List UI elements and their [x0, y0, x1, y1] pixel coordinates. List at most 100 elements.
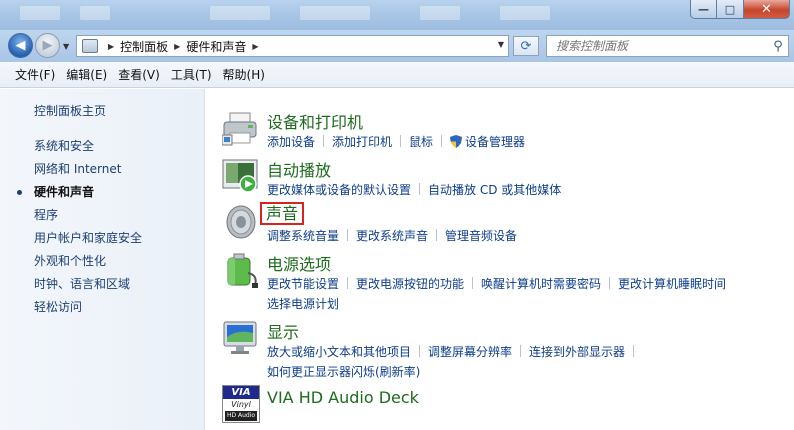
refresh-button[interactable]: ⟳	[513, 36, 539, 56]
minimize-button[interactable]: —	[690, 0, 717, 19]
left-nav-pane: 控制面板主页 系统和安全 网络和 Internet 硬件和声音 程序 用户帐户和…	[0, 89, 205, 430]
sidebar-item-programs[interactable]: 程序	[34, 204, 142, 227]
menu-help[interactable]: 帮助(H)	[218, 66, 271, 83]
devices-printers-title[interactable]: 设备和打印机	[267, 109, 363, 133]
adjust-volume-link[interactable]: 调整系统音量	[267, 229, 339, 243]
control-panel-home-link[interactable]: 控制面板主页	[34, 102, 106, 119]
device-manager-link[interactable]: 设备管理器	[465, 135, 525, 149]
control-panel-icon	[82, 39, 98, 53]
chevron-right-icon[interactable]: ▶	[252, 42, 258, 51]
title-bar[interactable]: — □ ✕	[0, 0, 794, 30]
divider	[436, 229, 438, 241]
refresh-icon: ⟳	[520, 38, 532, 54]
choose-power-plan-link[interactable]: 选择电源计划	[267, 297, 339, 311]
mouse-link[interactable]: 鼠标	[409, 135, 433, 149]
chevron-right-icon[interactable]: ▶	[108, 42, 114, 51]
breadcrumb-hardware-sound[interactable]: 硬件和声音	[186, 38, 246, 55]
fix-monitor-flicker-link[interactable]: 如何更正显示器闪烁(刷新率)	[267, 365, 420, 379]
change-power-saving-link[interactable]: 更改节能设置	[267, 277, 339, 291]
menu-view[interactable]: 查看(V)	[113, 66, 166, 83]
power-options-title[interactable]: 电源选项	[267, 251, 331, 275]
via-logo-text: VIA	[223, 386, 259, 399]
divider	[419, 183, 421, 195]
divider	[347, 229, 349, 241]
hd-audio-logo-text: HD Audio	[225, 411, 257, 421]
sound-links: 调整系统音量 更改系统声音 管理音频设备	[267, 227, 517, 244]
autoplay-title[interactable]: 自动播放	[267, 157, 331, 181]
divider	[633, 345, 635, 357]
sidebar-item-clock-region[interactable]: 时钟、语言和区域	[34, 273, 142, 296]
blurred-tab	[500, 6, 550, 20]
address-row: ◀ ▶ ▼ ▶ 控制面板 ▶ 硬件和声音 ▶ ▼ ⟳ ⚲	[0, 30, 794, 62]
adjust-resolution-link[interactable]: 调整屏幕分辨率	[428, 345, 512, 359]
change-media-defaults-link[interactable]: 更改媒体或设备的默认设置	[267, 183, 411, 197]
printer-icon[interactable]	[222, 109, 260, 147]
display-links: 放大或缩小文本和其他项目 调整屏幕分辨率 连接到外部显示器	[267, 343, 642, 360]
sidebar-item-system-security[interactable]: 系统和安全	[34, 135, 142, 158]
sidebar-item-hardware-sound[interactable]: 硬件和声音	[16, 181, 142, 204]
require-password-wake-link[interactable]: 唤醒计算机时需要密码	[481, 277, 601, 291]
add-printer-link[interactable]: 添加打印机	[332, 135, 392, 149]
sidebar-item-appearance[interactable]: 外观和个性化	[34, 250, 142, 273]
menu-edit[interactable]: 编辑(E)	[61, 66, 113, 83]
menu-file[interactable]: 文件(F)	[10, 66, 61, 83]
divider	[472, 277, 474, 289]
add-device-link[interactable]: 添加设备	[267, 135, 315, 149]
arrow-left-icon: ◀	[15, 38, 26, 53]
recent-pages-dropdown[interactable]: ▼	[63, 42, 69, 51]
uac-shield-icon	[450, 135, 463, 148]
menu-bar: 文件(F) 编辑(E) 查看(V) 工具(T) 帮助(H)	[0, 62, 794, 88]
chevron-right-icon[interactable]: ▶	[174, 42, 180, 51]
maximize-button[interactable]: □	[717, 0, 744, 19]
sidebar-item-ease-of-access[interactable]: 轻松访问	[34, 296, 142, 319]
main-content: 设备和打印机 添加设备 添加打印机 鼠标 设备管理器 自动播放 更改媒体或设备的默认设…	[206, 89, 794, 430]
divider	[419, 345, 421, 357]
via-vinyl-icon[interactable]: VIA Vinyl HD Audio	[222, 385, 260, 423]
sound-title[interactable]: 声音	[260, 200, 305, 225]
autoplay-icon[interactable]	[222, 157, 260, 195]
divider	[441, 135, 443, 147]
close-button[interactable]: ✕	[744, 0, 790, 19]
divider	[609, 277, 611, 289]
speaker-icon[interactable]	[222, 203, 260, 241]
search-box: ⚲	[546, 35, 789, 57]
blurred-tab	[210, 6, 270, 20]
blurred-tab	[80, 6, 110, 20]
sidebar-item-network[interactable]: 网络和 Internet	[34, 158, 142, 181]
autoplay-cd-link[interactable]: 自动播放 CD 或其他媒体	[428, 183, 561, 197]
change-power-buttons-link[interactable]: 更改电源按钮的功能	[356, 277, 464, 291]
sidebar-item-user-accounts[interactable]: 用户帐户和家庭安全	[34, 227, 142, 250]
arrow-right-icon: ▶	[42, 38, 53, 53]
breadcrumb-control-panel[interactable]: 控制面板	[120, 38, 168, 55]
resize-text-link[interactable]: 放大或缩小文本和其他项目	[267, 345, 411, 359]
blurred-tab	[300, 6, 370, 20]
power-options-links: 更改节能设置 更改电源按钮的功能 唤醒计算机时需要密码 更改计算机睡眠时间	[267, 275, 726, 292]
back-button[interactable]: ◀	[8, 33, 33, 58]
chevron-down-icon[interactable]: ▼	[498, 40, 504, 49]
via-hd-audio-title[interactable]: VIA HD Audio Deck	[267, 388, 419, 407]
autoplay-links: 更改媒体或设备的默认设置 自动播放 CD 或其他媒体	[267, 181, 561, 198]
divider	[520, 345, 522, 357]
monitor-icon[interactable]	[222, 319, 260, 357]
window-controls: — □ ✕	[690, 0, 790, 20]
address-bar[interactable]: ▶ 控制面板 ▶ 硬件和声音 ▶ ▼	[76, 35, 509, 57]
manage-audio-devices-link[interactable]: 管理音频设备	[445, 229, 517, 243]
change-system-sounds-link[interactable]: 更改系统声音	[356, 229, 428, 243]
forward-button[interactable]: ▶	[35, 33, 60, 58]
blurred-tab	[20, 6, 60, 20]
blurred-tab	[420, 6, 460, 20]
power-options-links-2: 选择电源计划	[267, 295, 339, 312]
change-sleep-time-link[interactable]: 更改计算机睡眠时间	[618, 277, 726, 291]
divider	[347, 277, 349, 289]
display-title[interactable]: 显示	[267, 319, 299, 343]
search-icon[interactable]: ⚲	[768, 39, 788, 54]
battery-icon[interactable]	[222, 251, 260, 289]
menu-tools[interactable]: 工具(T)	[166, 66, 218, 83]
search-input[interactable]	[547, 36, 768, 56]
devices-printers-links: 添加设备 添加打印机 鼠标 设备管理器	[267, 133, 525, 150]
display-links-2: 如何更正显示器闪烁(刷新率)	[267, 363, 420, 380]
connect-external-display-link[interactable]: 连接到外部显示器	[529, 345, 625, 359]
divider	[400, 135, 402, 147]
sound-title-highlight[interactable]: 声音	[260, 202, 305, 225]
vinyl-logo-text: Vinyl	[231, 400, 251, 409]
